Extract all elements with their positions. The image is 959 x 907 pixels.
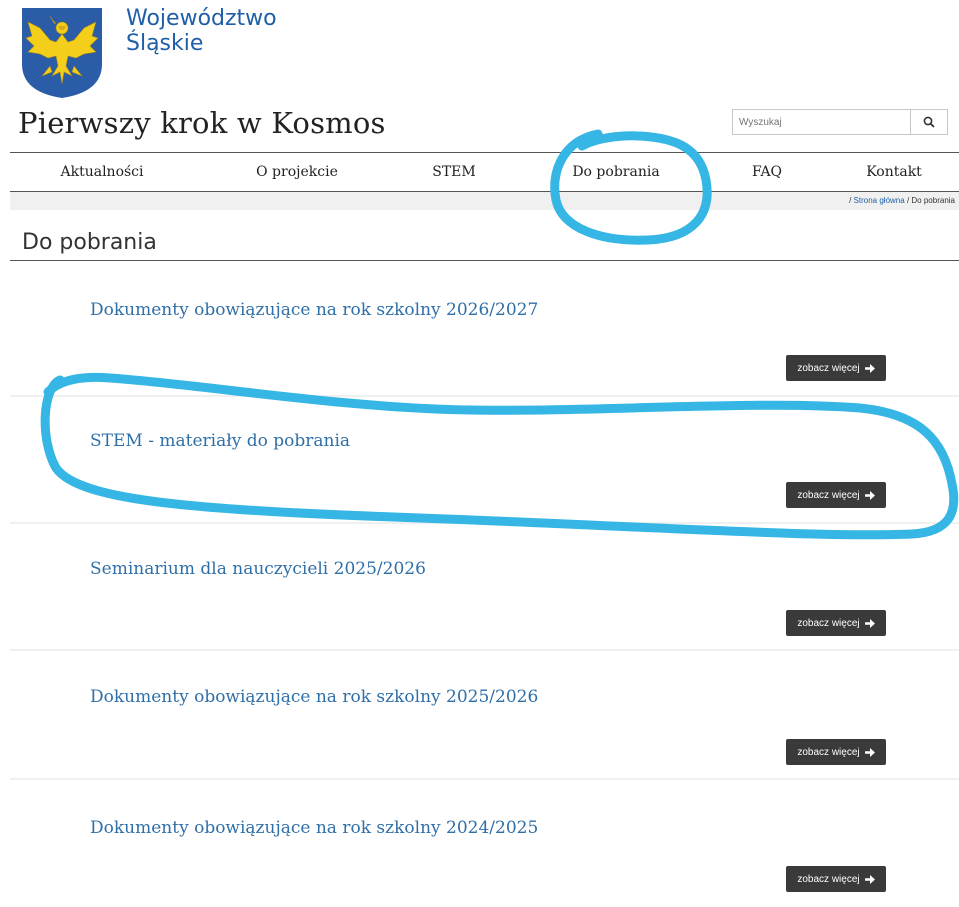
- more-button[interactable]: zobacz więcej: [786, 610, 886, 636]
- search-icon: [923, 116, 935, 128]
- arrow-right-icon: [864, 363, 875, 373]
- nav-item-aktualnosci[interactable]: Aktualności: [60, 153, 143, 191]
- title-divider: [10, 260, 959, 261]
- nav-item-kontakt[interactable]: Kontakt: [866, 153, 922, 191]
- item-title[interactable]: Seminarium dla nauczycieli 2025/2026: [90, 559, 426, 579]
- more-button[interactable]: zobacz więcej: [786, 355, 886, 381]
- logo[interactable]: Województwo Śląskie: [20, 6, 277, 100]
- more-button[interactable]: zobacz więcej: [786, 866, 886, 892]
- breadcrumb: / Strona główna / Do pobrania: [849, 192, 955, 210]
- coat-of-arms-icon: [22, 8, 102, 98]
- arrow-right-icon: [864, 747, 875, 757]
- list-item: Dokumenty obowiązujące na rok szkolny 20…: [10, 653, 959, 780]
- arrow-right-icon: [864, 874, 875, 884]
- more-button-label: zobacz więcej: [797, 362, 860, 374]
- nav-item-stem[interactable]: STEM: [432, 153, 475, 191]
- main-nav: Aktualności O projekcie STEM Do pobrania…: [10, 152, 959, 192]
- search-input[interactable]: [732, 109, 910, 135]
- item-title[interactable]: Dokumenty obowiązujące na rok szkolny 20…: [90, 300, 538, 320]
- search-box: [732, 109, 948, 135]
- more-button[interactable]: zobacz więcej: [786, 739, 886, 765]
- site-title[interactable]: Pierwszy krok w Kosmos: [18, 106, 386, 140]
- item-title[interactable]: Dokumenty obowiązujące na rok szkolny 20…: [90, 687, 538, 707]
- breadcrumb-current: Do pobrania: [911, 196, 955, 205]
- list-item: Dokumenty obowiązujące na rok szkolny 20…: [10, 270, 959, 397]
- logo-text: Województwo Śląskie: [126, 6, 277, 56]
- arrow-right-icon: [864, 618, 875, 628]
- more-button[interactable]: zobacz więcej: [786, 482, 886, 508]
- nav-item-o-projekcie[interactable]: O projekcie: [256, 153, 338, 191]
- breadcrumb-separator: /: [906, 196, 910, 205]
- item-divider: [10, 649, 959, 651]
- breadcrumb-separator: /: [849, 196, 852, 205]
- more-button-label: zobacz więcej: [797, 489, 860, 501]
- logo-line1: Województwo: [126, 6, 277, 31]
- breadcrumb-home[interactable]: Strona główna: [854, 196, 905, 205]
- item-title[interactable]: STEM - materiały do pobrania: [90, 431, 350, 451]
- list-item: Dokumenty obowiązujące na rok szkolny 20…: [10, 780, 959, 907]
- list-item: STEM - materiały do pobrania zobacz więc…: [10, 397, 959, 524]
- arrow-right-icon: [864, 490, 875, 500]
- item-title[interactable]: Dokumenty obowiązujące na rok szkolny 20…: [90, 818, 538, 838]
- page-title: Do pobrania: [22, 230, 157, 255]
- list-item: Seminarium dla nauczycieli 2025/2026 zob…: [10, 524, 959, 651]
- nav-item-do-pobrania[interactable]: Do pobrania: [572, 153, 659, 191]
- more-button-label: zobacz więcej: [797, 746, 860, 758]
- logo-line2: Śląskie: [126, 31, 204, 56]
- more-button-label: zobacz więcej: [797, 617, 860, 629]
- breadcrumb-bar: [10, 192, 959, 210]
- nav-item-faq[interactable]: FAQ: [752, 153, 782, 191]
- search-button[interactable]: [910, 109, 948, 135]
- more-button-label: zobacz więcej: [797, 873, 860, 885]
